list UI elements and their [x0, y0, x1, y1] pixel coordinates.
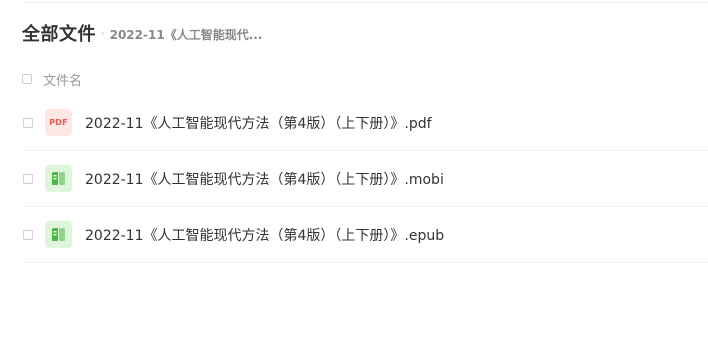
file-name[interactable]: 2022-11《人工智能现代方法（第4版）（上下册）》.pdf [85, 113, 432, 133]
file-name[interactable]: 2022-11《人工智能现代方法（第4版）（上下册）》.mobi [85, 169, 444, 189]
breadcrumb-current-folder[interactable]: 2022-11《人工智能现代... [110, 24, 263, 43]
file-list: PDF 2022-11《人工智能现代方法（第4版）（上下册）》.pdf 2022… [22, 95, 708, 263]
ebook-icon [45, 165, 72, 192]
ebook-glyph-icon [52, 228, 65, 241]
file-row-checkbox[interactable] [23, 229, 33, 240]
top-divider [22, 2, 708, 3]
file-name[interactable]: 2022-11《人工智能现代方法（第4版）（上下册）》.epub [85, 225, 444, 245]
ebook-glyph-icon [52, 172, 65, 185]
file-browser: 全部文件 › 2022-11《人工智能现代... 文件名 PDF 2022-11… [0, 0, 708, 343]
file-row[interactable]: 2022-11《人工智能现代方法（第4版）（上下册）》.epub [22, 207, 708, 263]
select-all-checkbox[interactable] [22, 74, 32, 84]
pdf-icon: PDF [45, 109, 72, 136]
file-row[interactable]: PDF 2022-11《人工智能现代方法（第4版）（上下册）》.pdf [22, 95, 708, 151]
ebook-icon [45, 221, 72, 248]
file-row-checkbox[interactable] [23, 173, 33, 184]
breadcrumb-separator-icon: › [101, 29, 105, 39]
breadcrumb-root-all-files[interactable]: 全部文件 [22, 20, 96, 46]
list-header: 文件名 [22, 69, 82, 89]
file-row-checkbox[interactable] [23, 117, 33, 128]
file-row[interactable]: 2022-11《人工智能现代方法（第4版）（上下册）》.mobi [22, 151, 708, 207]
breadcrumb: 全部文件 › 2022-11《人工智能现代... [22, 20, 262, 46]
column-header-filename[interactable]: 文件名 [43, 70, 82, 89]
pdf-icon-label: PDF [49, 118, 68, 127]
